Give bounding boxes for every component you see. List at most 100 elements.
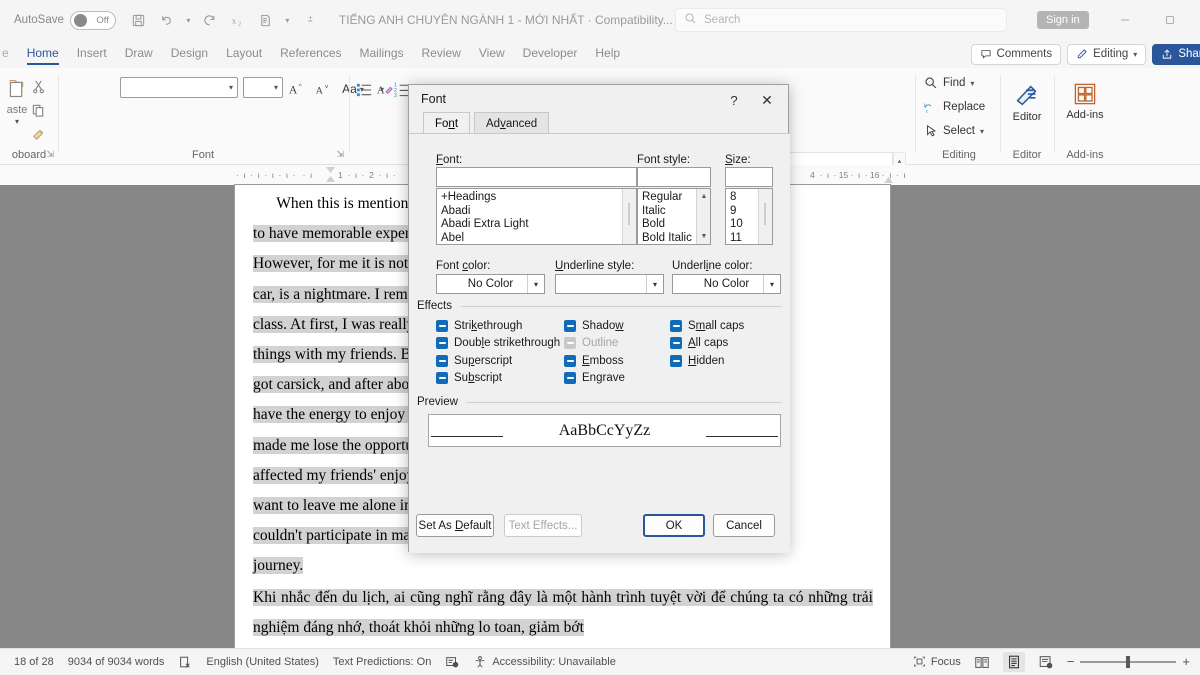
document-paragraph-2[interactable]: Khi nhắc đến du lịch, ai cũng nghĩ rằng … [253,583,873,643]
tab-draw[interactable]: Draw [116,44,162,64]
copy-icon[interactable] [26,98,50,122]
web-layout-icon[interactable] [1035,652,1057,672]
scrollbar-thumb[interactable] [764,203,766,225]
sign-in-button[interactable]: Sign in [1037,11,1089,29]
tab-references[interactable]: References [271,44,350,64]
read-mode-icon[interactable] [971,652,993,672]
font-list-item[interactable]: Abadi Extra Light [437,218,636,232]
checkbox-engrave[interactable] [564,372,576,384]
tab-review[interactable]: Review [413,44,470,64]
select-dropdown-icon[interactable]: ▾ [980,127,984,136]
font-dialog[interactable]: Font ? ✕ Font Advanced Font: Font style:… [408,84,789,552]
subscript-icon[interactable]: x2 [225,7,251,33]
font-list-item[interactable]: Abadi [437,205,636,219]
font-size-list[interactable]: 8 9 10 11 12 [725,188,773,245]
font-style-scrollbar[interactable]: ▲ ▼ [696,189,710,244]
select-button[interactable]: Select ▾ [924,124,984,138]
tab-file[interactable]: e [0,44,18,64]
close-icon[interactable]: ✕ [752,89,782,111]
zoom-control[interactable]: − + [1067,654,1190,669]
print-preview-icon[interactable] [253,7,279,33]
tab-mailings[interactable]: Mailings [351,44,413,64]
checkbox-shadow[interactable] [564,320,576,332]
font-size-scrollbar[interactable] [758,189,772,244]
search-box[interactable]: Search [675,8,1007,32]
chevron-down-icon[interactable]: ▾ [646,275,663,293]
font-size-combo[interactable]: ▾ [243,77,283,98]
checkbox-emboss[interactable] [564,355,576,367]
bullets-dropdown-icon[interactable]: ▾ [375,77,389,101]
zoom-slider-thumb[interactable] [1126,656,1130,668]
autosave-toggle[interactable]: Off [70,11,116,30]
editor-button[interactable]: Editor [1000,80,1054,123]
font-size-input[interactable] [725,167,773,187]
underline-color-combo[interactable]: No Color ▾ [672,274,781,294]
tab-layout[interactable]: Layout [217,44,271,64]
replace-button[interactable]: bc Replace [924,100,985,114]
font-color-combo[interactable]: No Color ▾ [436,274,545,294]
font-list[interactable]: +Headings Abadi Abadi Extra Light Abel A… [436,188,637,245]
chevron-down-icon[interactable]: ▾ [229,83,233,92]
tab-developer[interactable]: Developer [514,44,587,64]
first-line-indent-marker[interactable] [326,167,335,173]
checkbox-small-caps[interactable] [670,320,682,332]
print-dropdown-icon[interactable]: ▾ [281,7,294,33]
tab-insert[interactable]: Insert [68,44,116,64]
font-list-scrollbar[interactable] [622,189,636,244]
focus-button[interactable]: Focus [913,655,961,668]
zoom-out-button[interactable]: − [1067,654,1075,669]
tab-view[interactable]: View [470,44,514,64]
share-button[interactable]: Share [1152,44,1200,65]
undo-icon[interactable] [154,7,180,33]
cut-icon[interactable] [26,74,50,98]
checkbox-all-caps[interactable] [670,337,682,349]
addins-button[interactable]: Add-ins [1054,80,1116,121]
scroll-up-icon[interactable]: ▲ [697,190,711,203]
chevron-down-icon[interactable]: ▾ [527,275,544,293]
ok-button[interactable]: OK [643,514,705,537]
accessibility-indicator[interactable]: Accessibility: Unavailable [473,655,616,669]
save-icon[interactable] [126,7,152,33]
redo-icon[interactable] [197,7,223,33]
font-dialog-launcher[interactable]: ⇲ [336,149,344,160]
autosave-control[interactable]: AutoSave Off [14,11,116,30]
help-icon[interactable]: ? [722,89,746,111]
grow-font-icon[interactable]: A^ [286,77,308,101]
word-count[interactable]: 9034 of 9034 words [68,656,165,668]
scrollbar-thumb[interactable] [628,203,630,225]
zoom-slider[interactable] [1080,661,1176,663]
chevron-down-icon[interactable]: ▾ [274,83,278,92]
tab-home[interactable]: Home [18,44,68,64]
page-indicator[interactable]: 18 of 28 [14,656,54,668]
clipboard-dialog-launcher[interactable]: ⇲ [46,149,54,160]
chevron-down-icon[interactable]: ▾ [763,275,780,293]
customize-toolbar-icon[interactable]: ⩲ [304,7,317,33]
format-painter-icon[interactable] [26,122,50,146]
zoom-in-button[interactable]: + [1182,654,1190,669]
find-dropdown-icon[interactable]: ▾ [970,79,974,88]
comments-button[interactable]: Comments [971,44,1062,65]
font-style-input[interactable] [637,167,711,187]
restore-icon[interactable] [1155,8,1185,32]
scroll-down-icon[interactable]: ▼ [697,230,711,243]
font-style-list[interactable]: Regular Italic Bold Bold Italic ▲ ▼ [637,188,711,245]
editing-mode-button[interactable]: Editing ▾ [1067,44,1146,65]
minimize-icon[interactable] [1110,8,1140,32]
tab-design[interactable]: Design [162,44,217,64]
find-button[interactable]: Find ▾ [924,76,974,90]
language-indicator[interactable]: English (United States) [206,656,319,668]
bullets-icon[interactable] [353,77,375,101]
hanging-indent-marker[interactable] [326,176,335,182]
checkbox-hidden[interactable] [670,355,682,367]
predictions-icon[interactable] [445,655,459,669]
proofing-errors-icon[interactable] [178,655,192,669]
tab-advanced[interactable]: Advanced [474,112,549,134]
font-name-input[interactable] [436,167,637,187]
shrink-font-icon[interactable]: A˅ [312,77,334,101]
font-list-item[interactable]: Abel [437,232,636,246]
checkbox-double-strikethrough[interactable] [436,337,448,349]
underline-style-combo[interactable]: ▾ [555,274,664,294]
undo-dropdown-icon[interactable]: ▾ [182,7,195,33]
set-as-default-button[interactable]: Set As Default [416,514,494,537]
cancel-button[interactable]: Cancel [713,514,775,537]
